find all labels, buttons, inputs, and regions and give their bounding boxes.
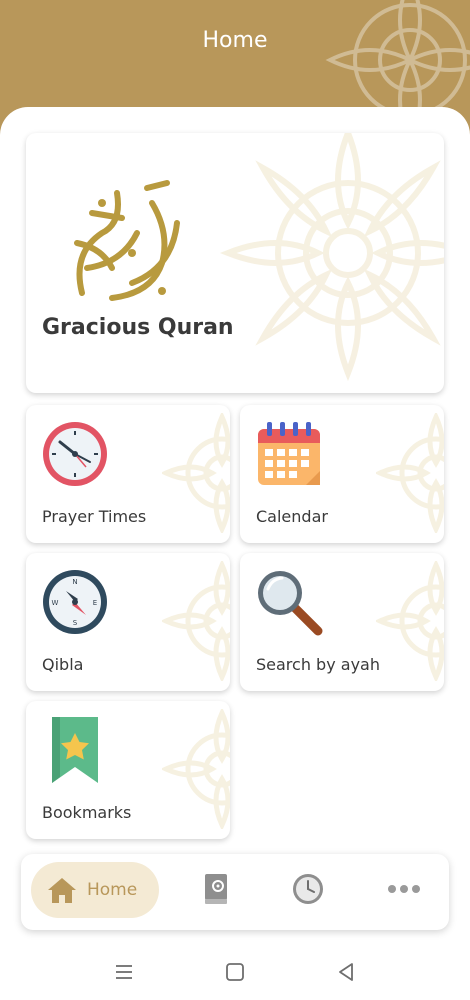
mandala-decoration-icon [219, 133, 444, 382]
tile-label: Calendar [256, 507, 328, 526]
bookmark-icon [52, 717, 98, 783]
prayer-times-tile[interactable]: Prayer Times [26, 405, 230, 543]
app-name: Gracious Quran [42, 315, 234, 340]
nav-home-label: Home [87, 880, 138, 900]
mandala-decoration-icon [162, 413, 230, 533]
clock-icon [43, 422, 107, 486]
svg-text:E: E [93, 599, 97, 607]
quran-calligraphy-logo-icon [74, 180, 180, 301]
nav-quran-button[interactable] [199, 872, 233, 906]
tile-label: Qibla [42, 655, 84, 674]
svg-text:N: N [72, 578, 77, 586]
more-icon [388, 885, 420, 893]
nav-more-button[interactable] [387, 872, 421, 906]
tile-label: Prayer Times [42, 507, 147, 526]
clock-icon [293, 874, 323, 904]
search-by-ayah-tile[interactable]: Search by ayah [240, 553, 444, 691]
svg-text:W: W [52, 599, 59, 607]
back-icon[interactable] [334, 960, 358, 984]
tile-label: Bookmarks [42, 803, 132, 822]
qibla-tile[interactable]: N S W E Qibla [26, 553, 230, 691]
svg-text:S: S [73, 619, 78, 627]
bottom-navigation: Home [21, 854, 449, 930]
quran-hero-card[interactable]: Gracious Quran [26, 133, 444, 393]
magnifier-icon [258, 571, 323, 636]
tile-label: Search by ayah [256, 655, 380, 674]
mandala-decoration-icon [162, 561, 230, 681]
calendar-icon [258, 422, 320, 485]
nav-prayer-times-button[interactable] [291, 872, 325, 906]
quran-book-icon [205, 874, 227, 904]
home-icon [48, 878, 76, 903]
home-system-icon[interactable] [223, 960, 247, 984]
mandala-decoration-icon [376, 413, 444, 533]
recent-apps-icon[interactable] [112, 960, 136, 984]
nav-home-button[interactable]: Home [31, 862, 159, 918]
home-content: Gracious Quran Prayer Times Calendar N S… [0, 107, 470, 847]
mandala-decoration-icon [162, 709, 230, 829]
page-title: Home [202, 28, 268, 53]
calendar-tile[interactable]: Calendar [240, 405, 444, 543]
mandala-decoration-icon [376, 561, 444, 681]
bookmarks-tile[interactable]: Bookmarks [26, 701, 230, 839]
system-navigation-bar [0, 940, 470, 1000]
compass-icon: N S W E [43, 570, 107, 634]
